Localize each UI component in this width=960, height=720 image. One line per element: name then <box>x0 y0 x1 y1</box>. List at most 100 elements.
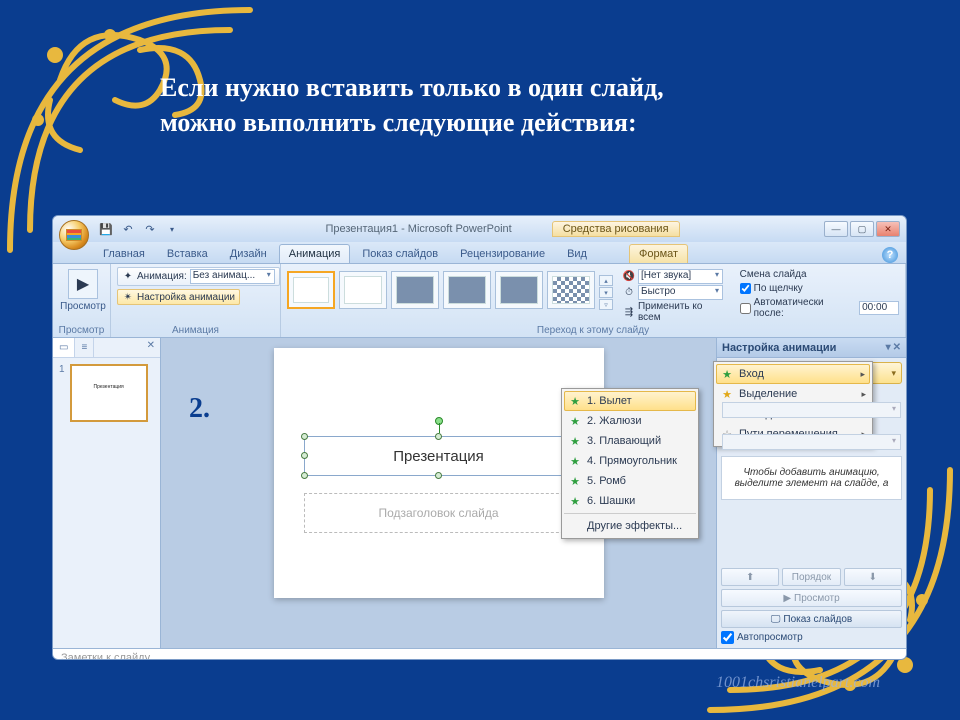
tab-format[interactable]: Формат <box>629 244 688 263</box>
custom-animation-icon: ✴ <box>122 291 134 303</box>
transition-item[interactable] <box>495 271 543 309</box>
save-icon[interactable]: 💾 <box>97 220 115 238</box>
undo-icon[interactable]: ↶ <box>119 220 137 238</box>
preview-icon: ▶ <box>68 269 98 299</box>
transition-item[interactable] <box>391 271 439 309</box>
resize-handle[interactable] <box>435 472 442 479</box>
preset-diamond[interactable]: ★5. Ромб <box>564 471 696 491</box>
tab-view[interactable]: Вид <box>557 244 597 263</box>
star-icon: ★ <box>720 367 734 381</box>
ribbon: ▶ Просмотр Просмотр ✦ Анимация: Без аним… <box>53 264 906 338</box>
document-title: Презентация1 - Microsoft PowerPoint <box>325 223 511 235</box>
outline-tab[interactable]: ≡ <box>75 338 94 357</box>
taskpane-title: Настройка анимации <box>722 342 836 354</box>
notes-pane[interactable]: Заметки к слайду <box>53 648 906 660</box>
subtitle-placeholder[interactable]: Подзаголовок слайда <box>304 493 574 533</box>
resize-handle[interactable] <box>301 452 308 459</box>
resize-handle[interactable] <box>301 433 308 440</box>
advance-auto-after[interactable]: Автоматически после: 00:00 <box>740 297 899 319</box>
star-icon: ★ <box>568 414 582 428</box>
transition-sound[interactable]: 🔇[Нет звука] <box>623 269 728 284</box>
transition-none[interactable] <box>287 271 335 309</box>
instruction-heading: Если нужно вставить только в один слайд,… <box>160 70 880 140</box>
category-entrance[interactable]: ★Вход▸ <box>716 364 870 384</box>
preset-blinds[interactable]: ★2. Жалюзи <box>564 411 696 431</box>
transition-item[interactable] <box>339 271 387 309</box>
tab-design[interactable]: Дизайн <box>220 244 277 263</box>
panel-close-icon[interactable]: ✕ <box>142 338 160 357</box>
speed-combo[interactable] <box>722 434 901 450</box>
transition-item[interactable] <box>547 271 595 309</box>
custom-animation-pane: Настройка анимации ▾✕ ✦ Добавить эффект … <box>716 338 906 648</box>
custom-animation-button[interactable]: ✴ Настройка анимации <box>117 289 240 305</box>
preset-float[interactable]: ★3. Плавающий <box>564 431 696 451</box>
sound-icon: 🔇 <box>623 271 635 283</box>
taskpane-close-icon[interactable]: ✕ <box>893 342 901 353</box>
preset-checker[interactable]: ★6. Шашки <box>564 491 696 511</box>
help-icon[interactable]: ? <box>882 247 898 263</box>
advance-time-input[interactable]: 00:00 <box>859 301 899 315</box>
close-button[interactable]: ✕ <box>876 221 900 237</box>
taskpane-hint: Чтобы добавить анимацию, выделите элемен… <box>721 456 902 500</box>
titlebar: 💾 ↶ ↷ ▾ Презентация1 - Microsoft PowerPo… <box>53 216 906 242</box>
reorder-label: Порядок <box>782 568 840 586</box>
transition-gallery[interactable]: ▴▾▿ <box>287 267 613 310</box>
more-effects[interactable]: Другие эффекты... <box>564 516 696 536</box>
category-emphasis[interactable]: ★Выделение▸ <box>716 384 870 404</box>
slideshow-button[interactable]: 🖵 Показ слайдов <box>721 610 902 628</box>
star-icon: ★ <box>568 434 582 448</box>
resize-handle[interactable] <box>301 472 308 479</box>
title-placeholder-selected[interactable]: Презентация <box>304 436 574 476</box>
quick-access-toolbar: 💾 ↶ ↷ ▾ <box>97 220 181 238</box>
office-button[interactable] <box>59 220 89 250</box>
tab-slideshow[interactable]: Показ слайдов <box>352 244 448 263</box>
slide-panel: ▭ ≡ ✕ 1 Презентация <box>53 338 161 648</box>
taskpane-menu-icon[interactable]: ▾ <box>886 342 891 353</box>
advance-title: Смена слайда <box>740 269 899 280</box>
contextual-tab-title: Средства рисования <box>552 221 680 237</box>
play-button[interactable]: ▶ Просмотр <box>721 589 902 607</box>
gallery-scroll[interactable]: ▴▾▿ <box>599 275 613 310</box>
group-label-transition: Переход к этому слайду <box>281 325 905 336</box>
transition-item[interactable] <box>443 271 491 309</box>
redo-icon[interactable]: ↷ <box>141 220 159 238</box>
group-label-animation: Анимация <box>111 325 280 336</box>
preset-box[interactable]: ★4. Прямоугольник <box>564 451 696 471</box>
star-icon: ★ <box>568 454 582 468</box>
tab-animation[interactable]: Анимация <box>279 244 351 263</box>
slides-tab[interactable]: ▭ <box>53 338 75 357</box>
star-icon: ★ <box>720 387 734 401</box>
reorder-up-button[interactable]: ⬆ <box>721 568 779 586</box>
tab-insert[interactable]: Вставка <box>157 244 218 263</box>
autopreview-checkbox[interactable]: Автопросмотр <box>721 631 902 644</box>
star-icon: ★ <box>568 394 582 408</box>
advance-on-click[interactable]: По щелчку <box>740 283 899 294</box>
title-text[interactable]: Презентация <box>305 437 573 477</box>
animation-combo[interactable]: Без анимац... <box>190 269 275 284</box>
maximize-button[interactable]: ▢ <box>850 221 874 237</box>
animation-icon: ✦ <box>122 271 134 283</box>
animation-dropdown[interactable]: ✦ Анимация: Без анимац... <box>117 267 280 286</box>
transition-speed[interactable]: ⏱Быстро <box>623 285 728 300</box>
reorder-down-button[interactable]: ⬇ <box>844 568 902 586</box>
resize-handle[interactable] <box>435 433 442 440</box>
preset-fly-in[interactable]: ★1. Вылет <box>564 391 696 411</box>
star-icon: ★ <box>568 494 582 508</box>
slide-thumbnail[interactable]: Презентация <box>70 364 148 422</box>
step-number-overlay: 2. <box>189 393 210 425</box>
tab-home[interactable]: Главная <box>93 244 155 263</box>
tab-review[interactable]: Рецензирование <box>450 244 555 263</box>
minimize-button[interactable]: — <box>824 221 848 237</box>
preview-button[interactable]: ▶ Просмотр <box>59 267 107 314</box>
ribbon-tabs: Главная Вставка Дизайн Анимация Показ сл… <box>53 242 906 264</box>
qat-more-icon[interactable]: ▾ <box>163 220 181 238</box>
apply-to-all-button[interactable]: ⇶Применить ко всем <box>623 301 728 323</box>
watermark: 1001chsristianelpart.com <box>716 674 880 692</box>
thumb-number: 1 <box>59 364 65 375</box>
star-icon: ★ <box>568 474 582 488</box>
effect-preset-menu: ★1. Вылет ★2. Жалюзи ★3. Плавающий ★4. П… <box>561 388 699 539</box>
slide[interactable]: Презентация Подзаголовок слайда <box>274 348 604 598</box>
property-combo[interactable] <box>722 402 901 418</box>
speed-icon: ⏱ <box>623 287 635 299</box>
powerpoint-window: 💾 ↶ ↷ ▾ Презентация1 - Microsoft PowerPo… <box>52 215 907 660</box>
